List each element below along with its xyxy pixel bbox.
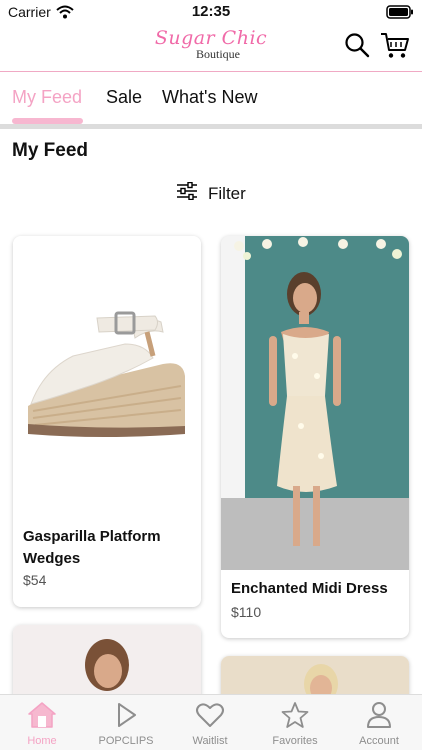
nav-popclips[interactable]: POPCLIPS <box>84 701 168 747</box>
status-bar: Carrier 12:35 <box>0 0 422 24</box>
product-card[interactable]: Gasparilla Platform Wedges $54 <box>13 236 201 607</box>
product-image <box>221 236 409 570</box>
product-card[interactable]: Enchanted Midi Dress $110 <box>221 236 409 638</box>
nav-favorites[interactable]: Favorites <box>253 701 337 747</box>
bottom-tab-bar: Home POPCLIPS Waitlist Favorites Account <box>0 694 422 750</box>
nav-home-label: Home <box>27 735 57 747</box>
sliders-icon <box>176 181 198 205</box>
heart-icon <box>195 703 225 733</box>
nav-popclips-label: POPCLIPS <box>98 735 154 747</box>
tabs-divider <box>0 124 422 129</box>
home-icon <box>27 702 57 733</box>
app-header: Sugar Chic Boutique <box>0 24 422 72</box>
nav-favorites-label: Favorites <box>272 735 318 747</box>
nav-home[interactable]: Home <box>0 701 84 747</box>
person-icon <box>364 702 394 733</box>
nav-account-label: Account <box>359 735 399 747</box>
tab-sale[interactable]: Sale <box>106 87 142 108</box>
tab-my-feed[interactable]: My Feed <box>12 87 82 108</box>
product-name: Enchanted Midi Dress <box>231 580 388 597</box>
battery-icon <box>386 5 414 24</box>
star-icon <box>280 702 310 733</box>
nav-waitlist[interactable]: Waitlist <box>168 701 252 747</box>
product-image <box>13 236 201 506</box>
feed-tabs: My Feed Sale What's New <box>0 73 422 125</box>
page-title: My Feed <box>12 140 89 161</box>
filter-button[interactable]: Filter <box>176 181 246 205</box>
product-name: Gasparilla Platform Wedges <box>23 528 161 567</box>
search-icon[interactable] <box>344 32 370 63</box>
product-price: $110 <box>231 604 262 620</box>
play-icon <box>111 703 141 733</box>
nav-waitlist-label: Waitlist <box>192 735 228 747</box>
product-price: $54 <box>23 572 47 588</box>
tab-whats-new[interactable]: What's New <box>162 87 257 108</box>
cart-icon[interactable] <box>380 32 410 65</box>
status-time: 12:35 <box>191 3 231 20</box>
nav-account[interactable]: Account <box>337 701 421 747</box>
filter-label: Filter <box>208 183 246 203</box>
